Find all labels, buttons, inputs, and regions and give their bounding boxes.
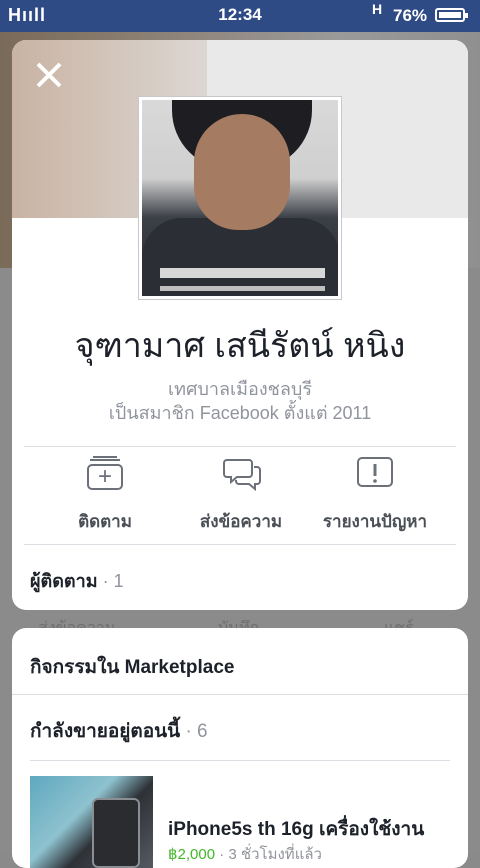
marketplace-card: กิจกรรมใน Marketplace กำลังขายอยู่ตอนนี้…: [12, 628, 468, 868]
divider: [30, 760, 450, 761]
close-button[interactable]: [32, 58, 66, 92]
profile-name: จุฑามาศ เสนีรัตน์ หนิง: [74, 327, 406, 365]
follow-icon: +: [87, 456, 123, 490]
divider: [24, 446, 456, 447]
network-type: H: [372, 1, 383, 17]
followers-label: ผู้ติดตาม: [30, 571, 98, 591]
battery-icon: [435, 8, 468, 22]
item-thumbnail: [30, 776, 153, 868]
divider: [24, 544, 456, 545]
profile-card: จุฑามาศ เสนีรัตน์ หนิง เทศบาลเมืองชลบุรี…: [12, 40, 468, 610]
divider: [12, 694, 468, 695]
follow-label: ติดตาม: [78, 512, 132, 531]
item-title: iPhone5s th 16g เครื่องใช้งาน: [168, 819, 425, 840]
battery-percent: 76%: [393, 6, 428, 25]
item-price: ฿2,000: [168, 846, 216, 863]
marketplace-item[interactable]: iPhone5s th 16g เครื่องใช้งาน ฿2,000 · 3…: [30, 776, 450, 868]
report-label: รายงานปัญหา: [322, 512, 428, 531]
message-button[interactable]: ส่งข้อความ: [166, 456, 316, 535]
report-icon: [357, 456, 393, 490]
message-label: ส่งข้อความ: [199, 512, 283, 531]
message-icon: [223, 456, 261, 492]
selling-now-row[interactable]: กำลังขายอยู่ตอนนี้ · 6: [30, 716, 208, 746]
member-since: เป็นสมาชิก Facebook ตั้งแต่ 2011: [108, 403, 372, 423]
follow-button[interactable]: + ติดตาม: [30, 456, 180, 535]
followers-count: · 1: [102, 571, 124, 591]
close-icon: [36, 62, 62, 88]
followers-row[interactable]: ผู้ติดตาม · 1: [30, 566, 124, 595]
report-button[interactable]: รายงานปัญหา: [300, 456, 450, 535]
item-meta: ฿2,000 · 3 ชั่วโมงที่แล้ว: [168, 842, 322, 866]
status-bar: Hııll 12:34 H 76%: [0, 0, 480, 32]
selling-now-count: · 6: [185, 721, 208, 742]
profile-picture[interactable]: [138, 96, 342, 300]
item-time: · 3 ชั่วโมงที่แล้ว: [215, 846, 322, 863]
selling-now-label: กำลังขายอยู่ตอนนี้: [30, 721, 181, 742]
marketplace-title: กิจกรรมใน Marketplace: [30, 657, 235, 678]
